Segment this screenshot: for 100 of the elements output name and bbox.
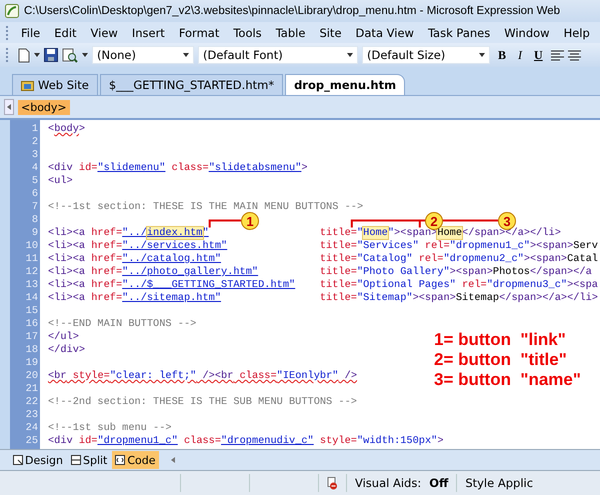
menu-item[interactable]: Window [497, 26, 557, 40]
code-line: <div id="slidemenu" class="slidetabsmenu"> [48, 162, 308, 175]
code-line: title="Optional Pages" rel="dropmenu3_c"><spa [320, 279, 598, 292]
scroll-left-icon[interactable] [170, 457, 175, 463]
document-tab[interactable]: $___GETTING_STARTED.htm* [100, 74, 284, 95]
line-number: 2 [30, 136, 39, 149]
view-tab[interactable]: Design [10, 451, 66, 469]
format-button[interactable]: U [530, 48, 547, 62]
line-number: 12 [24, 266, 39, 279]
style-application-label: Style Applic [465, 476, 534, 490]
line-number: 1 [30, 123, 39, 136]
menu-item[interactable]: Edit [47, 26, 84, 40]
preview-icon[interactable] [62, 48, 78, 62]
menu-item[interactable]: Tools [226, 26, 269, 40]
menu-item[interactable]: Task Panes [420, 26, 498, 40]
line-number: 21 [24, 383, 39, 396]
annotation-text: 1= button "link" [434, 330, 567, 350]
line-number: 24 [24, 422, 39, 435]
font-dropdown[interactable]: (Default Font) [198, 46, 358, 64]
number-badge: 3 [498, 212, 516, 230]
line-number: 17 [24, 331, 39, 344]
code-line: <li><a href="../index.htm" [48, 227, 210, 240]
line-number: 18 [24, 344, 39, 357]
code-line: <li><a href="../services.htm" [48, 240, 228, 253]
code-line: <div id="dropmenu1_c" class="dropmenudiv_c" style="width:150px"> [48, 435, 444, 448]
left-arrow-icon [7, 104, 11, 110]
line-number: 8 [30, 214, 39, 227]
menu-item[interactable]: View [84, 26, 125, 40]
view-tab[interactable]: Code [112, 451, 159, 469]
line-number: 6 [30, 188, 39, 201]
code-line: <ul> [48, 175, 73, 188]
menu-item[interactable]: Help [556, 26, 597, 40]
format-button[interactable]: B [494, 48, 510, 62]
caret-icon[interactable] [183, 53, 189, 57]
caret-icon[interactable] [347, 53, 353, 57]
line-number: 25 [24, 435, 39, 448]
menu-item[interactable]: Insert [124, 26, 172, 40]
split-view-icon [70, 455, 81, 465]
menu-item[interactable]: Table [268, 26, 312, 40]
code-line: title="Photo Gallery"><span>Photos</span></a [320, 266, 592, 279]
line-number: 20 [24, 370, 39, 383]
save-icon[interactable] [44, 48, 58, 62]
menu-item[interactable]: Data View [348, 26, 421, 40]
number-badge: 1 [241, 212, 259, 230]
code-line: </ul> [48, 331, 79, 344]
line-number: 10 [24, 240, 39, 253]
annotation-text: 2= button "title" [434, 350, 568, 370]
code-line: </div> [48, 344, 86, 357]
line-number: 11 [24, 253, 39, 266]
new-page-icon[interactable] [18, 48, 30, 62]
line-number: 16 [24, 318, 39, 331]
caret-icon[interactable] [34, 53, 40, 57]
validation-icon [327, 476, 338, 490]
code-line: <li><a href="../photo_gallery.htm" [48, 266, 260, 279]
code-line: <li><a href="../catalog.htm" [48, 253, 222, 266]
code-line: <!--1st sub menu --> [48, 422, 172, 435]
caret-icon[interactable] [82, 53, 88, 57]
line-number: 3 [30, 149, 39, 162]
code-line: <!--1st section: THESE IS THE MAIN MENU BUTTONS --> [48, 201, 364, 214]
document-tab[interactable]: drop_menu.htm [285, 74, 406, 95]
code-line: <body> [48, 123, 86, 136]
style-dropdown[interactable]: (None) [92, 46, 194, 64]
code-line: title="Services" rel="dropmenu1_c"><span>Serv [320, 240, 598, 253]
scroll-left-button[interactable] [4, 99, 14, 115]
view-tab[interactable]: Split [68, 451, 110, 469]
line-number: 5 [30, 175, 39, 188]
line-number: 22 [24, 396, 39, 409]
code-line: <!--END MAIN BUTTONS --> [48, 318, 196, 331]
annotation-text: 3= button "name" [434, 370, 581, 390]
align-left-icon[interactable] [550, 50, 564, 60]
tag-selector[interactable]: <body> [18, 100, 70, 114]
code-line: <br style="clear: left;" /><br class="IEonlybr" /> [48, 370, 358, 383]
code-line: title="Catalog" rel="dropmenu2_c"><span>Catal [320, 253, 598, 266]
align-center-icon[interactable] [568, 50, 581, 60]
format-button[interactable]: I [514, 48, 526, 62]
window-title: C:\Users\Colin\Desktop\gen7_v2\3.websites\pinnacle\Library\drop_menu.htm - Microsoft Expression Web [24, 5, 560, 17]
line-number: 23 [24, 409, 39, 422]
code-line: <!--2nd section: THESE IS THE SUB MENU BUTTONS --> [48, 396, 357, 409]
leader-line [208, 220, 241, 228]
code-line: <li><a href="../$___GETTING_STARTED.htm" [48, 279, 296, 292]
caret-icon[interactable] [479, 53, 485, 57]
app-logo-icon [5, 4, 19, 18]
line-number: 15 [24, 305, 39, 318]
code-line: <li><a href="../sitemap.htm" [48, 292, 222, 305]
code-view-icon [115, 455, 126, 465]
visual-aids-label: Visual Aids: [355, 476, 422, 490]
line-number: 4 [30, 162, 39, 175]
code-line: title="Home"><span>Home</span></a></li> [320, 227, 561, 240]
menu-item[interactable]: Site [312, 26, 349, 40]
code-line: title="Sitemap"><span>Sitemap</span></a></li> [320, 292, 598, 305]
line-number: 7 [30, 201, 39, 214]
line-number: 13 [24, 279, 39, 292]
document-tab[interactable]: Web Site [12, 74, 98, 95]
visual-aids-value[interactable]: Off [429, 476, 448, 490]
website-icon [21, 80, 34, 90]
menu-item[interactable]: Format [172, 26, 226, 40]
line-number: 14 [24, 292, 39, 305]
line-number: 19 [24, 357, 39, 370]
size-dropdown[interactable]: (Default Size) [362, 46, 490, 64]
menu-item[interactable]: File [14, 26, 48, 40]
